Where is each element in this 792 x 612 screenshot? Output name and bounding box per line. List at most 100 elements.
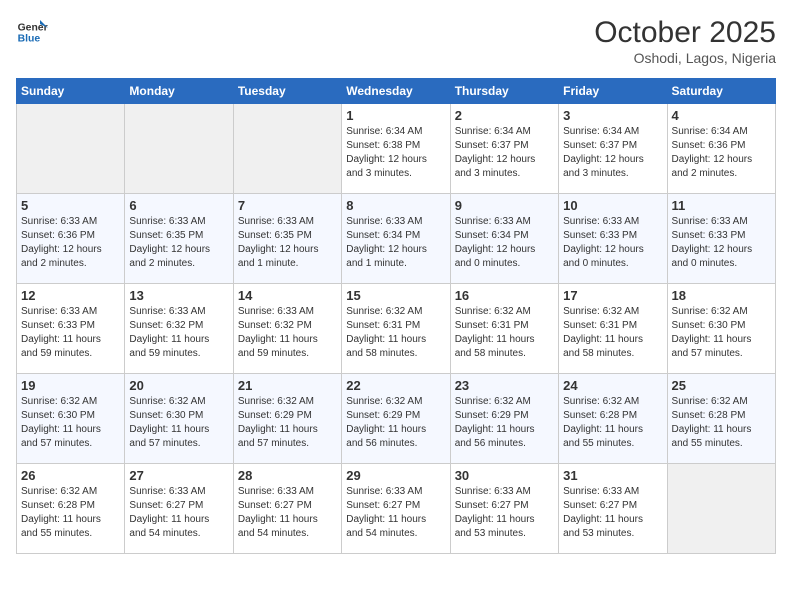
svg-text:Blue: Blue <box>18 34 41 45</box>
day-number: 10 <box>563 198 662 213</box>
cell-info: Sunrise: 6:33 AM Sunset: 6:27 PM Dayligh… <box>129 485 228 541</box>
calendar-cell <box>125 104 233 194</box>
calendar-cell: 28 Sunrise: 6:33 AM Sunset: 6:27 PM Dayli… <box>233 464 341 554</box>
weekday-header: Wednesday <box>342 79 450 104</box>
day-number: 29 <box>346 468 445 483</box>
calendar-cell: 1 Sunrise: 6:34 AM Sunset: 6:38 PM Daylig… <box>342 104 450 194</box>
calendar-header-row: SundayMondayTuesdayWednesdayThursdayFrid… <box>17 79 776 104</box>
calendar-cell: 11Sunrise: 6:33 AM Sunset: 6:33 PM Dayli… <box>667 194 775 284</box>
calendar-cell: 25Sunrise: 6:32 AM Sunset: 6:28 PM Dayli… <box>667 374 775 464</box>
calendar-week-row: 1 Sunrise: 6:34 AM Sunset: 6:38 PM Daylig… <box>17 104 776 194</box>
cell-info: Sunrise: 6:32 AM Sunset: 6:31 PM Dayligh… <box>455 305 554 361</box>
cell-info: Sunrise: 6:32 AM Sunset: 6:29 PM Dayligh… <box>238 395 337 451</box>
weekday-header: Friday <box>559 79 667 104</box>
day-number: 13 <box>129 288 228 303</box>
cell-info: Sunrise: 6:32 AM Sunset: 6:31 PM Dayligh… <box>563 305 662 361</box>
cell-info: Sunrise: 6:34 AM Sunset: 6:37 PM Dayligh… <box>455 125 554 181</box>
calendar-cell: 17 Sunrise: 6:32 AM Sunset: 6:31 PM Dayli… <box>559 284 667 374</box>
cell-info: Sunrise: 6:33 AM Sunset: 6:35 PM Dayligh… <box>238 215 337 271</box>
calendar-week-row: 5Sunrise: 6:33 AM Sunset: 6:36 PM Daylig… <box>17 194 776 284</box>
day-number: 9 <box>455 198 554 213</box>
calendar-cell: 26 Sunrise: 6:32 AM Sunset: 6:28 PM Dayli… <box>17 464 125 554</box>
day-number: 15 <box>346 288 445 303</box>
cell-info: Sunrise: 6:33 AM Sunset: 6:32 PM Dayligh… <box>238 305 337 361</box>
day-number: 4 <box>672 108 771 123</box>
calendar-week-row: 12 Sunrise: 6:33 AM Sunset: 6:33 PM Dayli… <box>17 284 776 374</box>
day-number: 16 <box>455 288 554 303</box>
calendar-cell: 5Sunrise: 6:33 AM Sunset: 6:36 PM Daylig… <box>17 194 125 284</box>
day-number: 18 <box>672 288 771 303</box>
weekday-header: Saturday <box>667 79 775 104</box>
month-title: October 2025 <box>594 16 776 50</box>
day-number: 27 <box>129 468 228 483</box>
day-number: 17 <box>563 288 662 303</box>
calendar-cell <box>17 104 125 194</box>
calendar-cell: 29 Sunrise: 6:33 AM Sunset: 6:27 PM Dayli… <box>342 464 450 554</box>
cell-info: Sunrise: 6:33 AM Sunset: 6:36 PM Dayligh… <box>21 215 120 271</box>
calendar-table: SundayMondayTuesdayWednesdayThursdayFrid… <box>16 78 776 554</box>
day-number: 30 <box>455 468 554 483</box>
calendar-cell: 21 Sunrise: 6:32 AM Sunset: 6:29 PM Dayli… <box>233 374 341 464</box>
calendar-cell: 12 Sunrise: 6:33 AM Sunset: 6:33 PM Dayli… <box>17 284 125 374</box>
calendar-cell: 10 Sunrise: 6:33 AM Sunset: 6:33 PM Dayli… <box>559 194 667 284</box>
calendar-cell: 3Sunrise: 6:34 AM Sunset: 6:37 PM Daylig… <box>559 104 667 194</box>
weekday-header: Sunday <box>17 79 125 104</box>
cell-info: Sunrise: 6:33 AM Sunset: 6:27 PM Dayligh… <box>455 485 554 541</box>
calendar-cell: 16 Sunrise: 6:32 AM Sunset: 6:31 PM Dayli… <box>450 284 558 374</box>
calendar-cell: 6 Sunrise: 6:33 AM Sunset: 6:35 PM Daylig… <box>125 194 233 284</box>
cell-info: Sunrise: 6:33 AM Sunset: 6:33 PM Dayligh… <box>672 215 771 271</box>
calendar-cell: 31Sunrise: 6:33 AM Sunset: 6:27 PM Dayli… <box>559 464 667 554</box>
cell-info: Sunrise: 6:34 AM Sunset: 6:38 PM Dayligh… <box>346 125 445 181</box>
day-number: 1 <box>346 108 445 123</box>
calendar-cell: 14Sunrise: 6:33 AM Sunset: 6:32 PM Dayli… <box>233 284 341 374</box>
calendar-cell: 8 Sunrise: 6:33 AM Sunset: 6:34 PM Daylig… <box>342 194 450 284</box>
cell-info: Sunrise: 6:33 AM Sunset: 6:35 PM Dayligh… <box>129 215 228 271</box>
calendar-cell: 20Sunrise: 6:32 AM Sunset: 6:30 PM Dayli… <box>125 374 233 464</box>
day-number: 19 <box>21 378 120 393</box>
calendar-cell: 23 Sunrise: 6:32 AM Sunset: 6:29 PM Dayli… <box>450 374 558 464</box>
day-number: 6 <box>129 198 228 213</box>
logo-icon: General Blue <box>16 16 48 48</box>
day-number: 28 <box>238 468 337 483</box>
day-number: 8 <box>346 198 445 213</box>
cell-info: Sunrise: 6:32 AM Sunset: 6:29 PM Dayligh… <box>346 395 445 451</box>
weekday-header: Tuesday <box>233 79 341 104</box>
cell-info: Sunrise: 6:32 AM Sunset: 6:28 PM Dayligh… <box>21 485 120 541</box>
day-number: 25 <box>672 378 771 393</box>
calendar-week-row: 26 Sunrise: 6:32 AM Sunset: 6:28 PM Dayli… <box>17 464 776 554</box>
day-number: 26 <box>21 468 120 483</box>
logo: General Blue <box>16 16 48 48</box>
calendar-cell: 19 Sunrise: 6:32 AM Sunset: 6:30 PM Dayli… <box>17 374 125 464</box>
day-number: 12 <box>21 288 120 303</box>
calendar-cell: 4 Sunrise: 6:34 AM Sunset: 6:36 PM Daylig… <box>667 104 775 194</box>
day-number: 7 <box>238 198 337 213</box>
page-header: General Blue October 2025 Oshodi, Lagos,… <box>16 16 776 66</box>
cell-info: Sunrise: 6:33 AM Sunset: 6:27 PM Dayligh… <box>238 485 337 541</box>
calendar-week-row: 19 Sunrise: 6:32 AM Sunset: 6:30 PM Dayli… <box>17 374 776 464</box>
title-block: October 2025 Oshodi, Lagos, Nigeria <box>594 16 776 66</box>
cell-info: Sunrise: 6:32 AM Sunset: 6:30 PM Dayligh… <box>672 305 771 361</box>
cell-info: Sunrise: 6:33 AM Sunset: 6:34 PM Dayligh… <box>346 215 445 271</box>
cell-info: Sunrise: 6:32 AM Sunset: 6:30 PM Dayligh… <box>21 395 120 451</box>
cell-info: Sunrise: 6:33 AM Sunset: 6:33 PM Dayligh… <box>21 305 120 361</box>
cell-info: Sunrise: 6:33 AM Sunset: 6:34 PM Dayligh… <box>455 215 554 271</box>
cell-info: Sunrise: 6:33 AM Sunset: 6:33 PM Dayligh… <box>563 215 662 271</box>
cell-info: Sunrise: 6:32 AM Sunset: 6:29 PM Dayligh… <box>455 395 554 451</box>
day-number: 20 <box>129 378 228 393</box>
calendar-cell: 15Sunrise: 6:32 AM Sunset: 6:31 PM Dayli… <box>342 284 450 374</box>
cell-info: Sunrise: 6:32 AM Sunset: 6:28 PM Dayligh… <box>563 395 662 451</box>
day-number: 23 <box>455 378 554 393</box>
cell-info: Sunrise: 6:33 AM Sunset: 6:27 PM Dayligh… <box>346 485 445 541</box>
calendar-cell <box>667 464 775 554</box>
cell-info: Sunrise: 6:34 AM Sunset: 6:36 PM Dayligh… <box>672 125 771 181</box>
day-number: 22 <box>346 378 445 393</box>
day-number: 21 <box>238 378 337 393</box>
weekday-header: Monday <box>125 79 233 104</box>
calendar-cell: 13Sunrise: 6:33 AM Sunset: 6:32 PM Dayli… <box>125 284 233 374</box>
calendar-cell: 27 Sunrise: 6:33 AM Sunset: 6:27 PM Dayli… <box>125 464 233 554</box>
day-number: 3 <box>563 108 662 123</box>
day-number: 31 <box>563 468 662 483</box>
weekday-header: Thursday <box>450 79 558 104</box>
location-subtitle: Oshodi, Lagos, Nigeria <box>594 50 776 66</box>
calendar-cell: 7 Sunrise: 6:33 AM Sunset: 6:35 PM Daylig… <box>233 194 341 284</box>
